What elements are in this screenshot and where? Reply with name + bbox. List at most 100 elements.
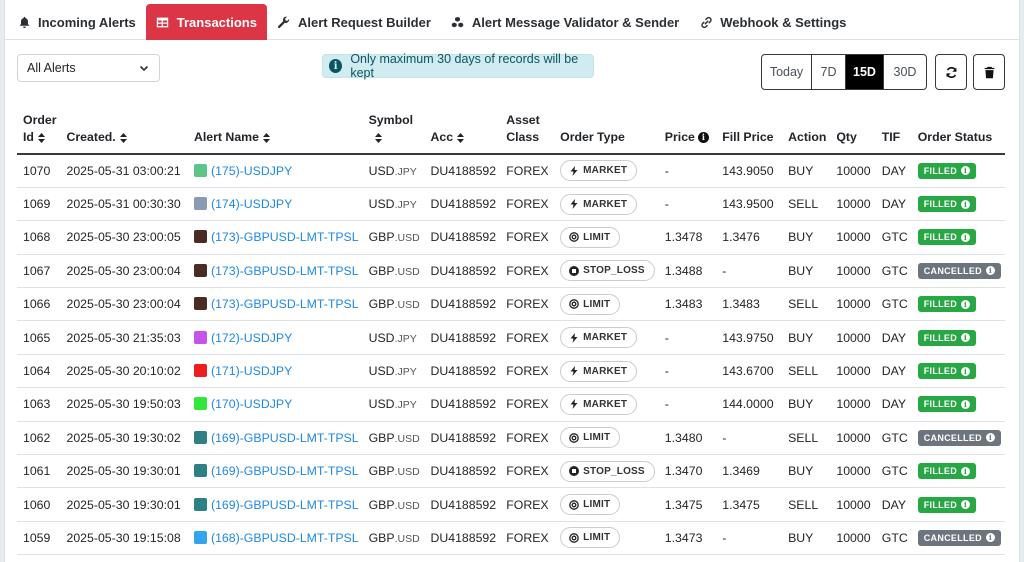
status-label: FILLED: [923, 232, 958, 243]
symbol-base: USD: [368, 397, 395, 412]
alert-name-link[interactable]: (168)-GBPUSD-LMT-TPSL: [211, 531, 359, 545]
col-alert-name[interactable]: Alert Name: [188, 112, 363, 155]
refresh-button[interactable]: [935, 54, 967, 90]
cell-tif: GTC: [875, 254, 912, 289]
status-badge[interactable]: FILLED i: [917, 229, 977, 246]
range-30d-button[interactable]: 30D: [884, 55, 926, 89]
cell-price: 1.3475: [658, 487, 717, 522]
cell-order-type: LIMIT: [554, 487, 659, 522]
table-row: 1068 2025-05-30 23:00:05 (173)-GBPUSD-LMT-…: [17, 220, 1005, 255]
alert-name-link[interactable]: (173)-GBPUSD-LMT-TPSL: [211, 230, 359, 244]
link-icon: [699, 15, 713, 29]
status-badge[interactable]: FILLED i: [917, 463, 977, 480]
symbol-base: GBP: [368, 230, 395, 245]
order-type-badge: STOP_LOSS: [560, 460, 655, 482]
col-acc[interactable]: Acc: [424, 112, 501, 155]
cell-tif: DAY: [875, 354, 912, 389]
alert-name-link[interactable]: (170)-USDJPY: [211, 397, 292, 411]
table-row: 1069 2025-05-31 00:30:30 (174)-USDJPY USD.J…: [17, 187, 1005, 222]
cell-order-status: FILLED i: [911, 287, 1005, 322]
sort-icon: [457, 132, 465, 143]
cell-acc: DU4188592: [424, 320, 501, 355]
wrench-icon: [277, 15, 291, 29]
alert-color-swatch: [194, 330, 207, 344]
alert-name-link[interactable]: (169)-GBPUSD-LMT-TPSL: [211, 498, 359, 512]
symbol-base: GBP: [368, 263, 395, 278]
tab-incoming-alerts[interactable]: Incoming Alerts: [7, 5, 146, 39]
col-symbol[interactable]: Symbol: [362, 112, 425, 155]
cell-order-type: MARKET: [554, 354, 659, 389]
tab-alert-request-builder[interactable]: Alert Request Builder: [267, 5, 441, 39]
table-row: 1070 2025-05-31 03:00:21 (175)-USDJPY USD.J…: [17, 154, 1005, 188]
status-badge[interactable]: FILLED i: [917, 162, 977, 179]
cell-fill-price: 1.3469: [716, 454, 783, 489]
cell-fill-price: 1.3475: [716, 487, 783, 522]
alert-color-swatch: [194, 230, 207, 244]
cell-order-type: MARKET: [554, 387, 659, 422]
alert-name-link[interactable]: (171)-USDJPY: [211, 364, 292, 378]
symbol-base: USD: [368, 197, 395, 212]
cell-acc: DU4188592: [424, 154, 501, 188]
status-badge[interactable]: FILLED i: [917, 296, 977, 313]
cell-asset-class: FOREX: [500, 287, 555, 322]
alert-color-swatch: [194, 497, 207, 511]
cell-order-status: FILLED i: [911, 320, 1005, 355]
status-badge[interactable]: FILLED i: [917, 196, 977, 213]
status-badge[interactable]: FILLED i: [917, 329, 977, 346]
cell-tif: DAY: [875, 487, 912, 522]
cell-action: BUY: [782, 320, 831, 355]
alert-color-swatch: [194, 397, 207, 411]
col-created[interactable]: Created.: [60, 112, 188, 155]
status-badge[interactable]: FILLED i: [917, 363, 977, 380]
info-icon: i: [985, 433, 995, 443]
alert-name-link[interactable]: (174)-USDJPY: [211, 197, 292, 211]
cell-alert-name: (168)-GBPUSD-LMT-TPSL: [188, 521, 363, 556]
cell-order-id: 1069: [17, 187, 61, 222]
cell-order-status: CANCELLED i: [911, 254, 1005, 289]
symbol-base: GBP: [368, 530, 395, 545]
status-badge[interactable]: CANCELLED i: [917, 429, 1001, 446]
cell-acc: DU4188592: [424, 421, 501, 456]
alert-name-link[interactable]: (169)-GBPUSD-LMT-TPSL: [211, 464, 359, 478]
cell-symbol: USD.JPY: [362, 354, 425, 389]
delete-button[interactable]: [973, 54, 1005, 90]
status-badge[interactable]: CANCELLED i: [917, 262, 1001, 279]
col-order-id[interactable]: Order Id: [17, 112, 61, 155]
status-badge[interactable]: FILLED i: [917, 496, 977, 513]
cell-order-status: FILLED i: [911, 487, 1005, 522]
alert-name-link[interactable]: (175)-USDJPY: [211, 164, 292, 178]
cell-order-id: 1065: [17, 320, 61, 355]
cell-asset-class: FOREX: [500, 487, 555, 522]
symbol-base: USD: [368, 364, 395, 379]
alert-name-link[interactable]: (172)-USDJPY: [211, 331, 292, 345]
info-icon[interactable]: i: [697, 132, 709, 144]
tab-webhook-settings[interactable]: Webhook & Settings: [689, 5, 856, 39]
range-today-button[interactable]: Today: [762, 55, 812, 89]
alert-filter-select[interactable]: All Alerts: [17, 54, 160, 82]
bolt-icon: [568, 199, 579, 210]
tab-alert-message-validator[interactable]: Alert Message Validator & Sender: [441, 5, 689, 39]
bolt-icon: [568, 399, 579, 410]
alert-name-link[interactable]: (173)-GBPUSD-LMT-TPSL: [211, 297, 359, 311]
status-label: FILLED: [923, 199, 958, 210]
notice-text: Only maximum 30 days of records will be …: [350, 52, 579, 80]
cell-tif: GTC: [875, 521, 912, 556]
col-asset-class-label: Asset: [506, 113, 540, 127]
range-7d-button[interactable]: 7D: [812, 55, 846, 89]
alert-name-link[interactable]: (173)-GBPUSD-LMT-TPSL: [211, 264, 359, 278]
symbol-quote: .USD: [394, 432, 420, 445]
info-icon: i: [985, 266, 995, 276]
cell-price: 1.3488: [658, 254, 717, 289]
cell-action: SELL: [782, 354, 831, 389]
sort-icon: [119, 132, 127, 143]
status-badge[interactable]: FILLED i: [917, 396, 977, 413]
status-badge[interactable]: CANCELLED i: [917, 529, 1001, 546]
cell-fill-price: 1.3483: [716, 287, 783, 322]
tab-transactions[interactable]: Transactions: [145, 4, 267, 40]
range-15d-button[interactable]: 15D: [846, 55, 884, 89]
col-order-type-label: Order Type: [560, 130, 625, 144]
col-created-label: Created.: [66, 130, 116, 144]
sort-icon: [37, 132, 45, 143]
alert-name-link[interactable]: (169)-GBPUSD-LMT-TPSL: [211, 431, 359, 445]
cell-price: 1.3473: [658, 521, 717, 556]
